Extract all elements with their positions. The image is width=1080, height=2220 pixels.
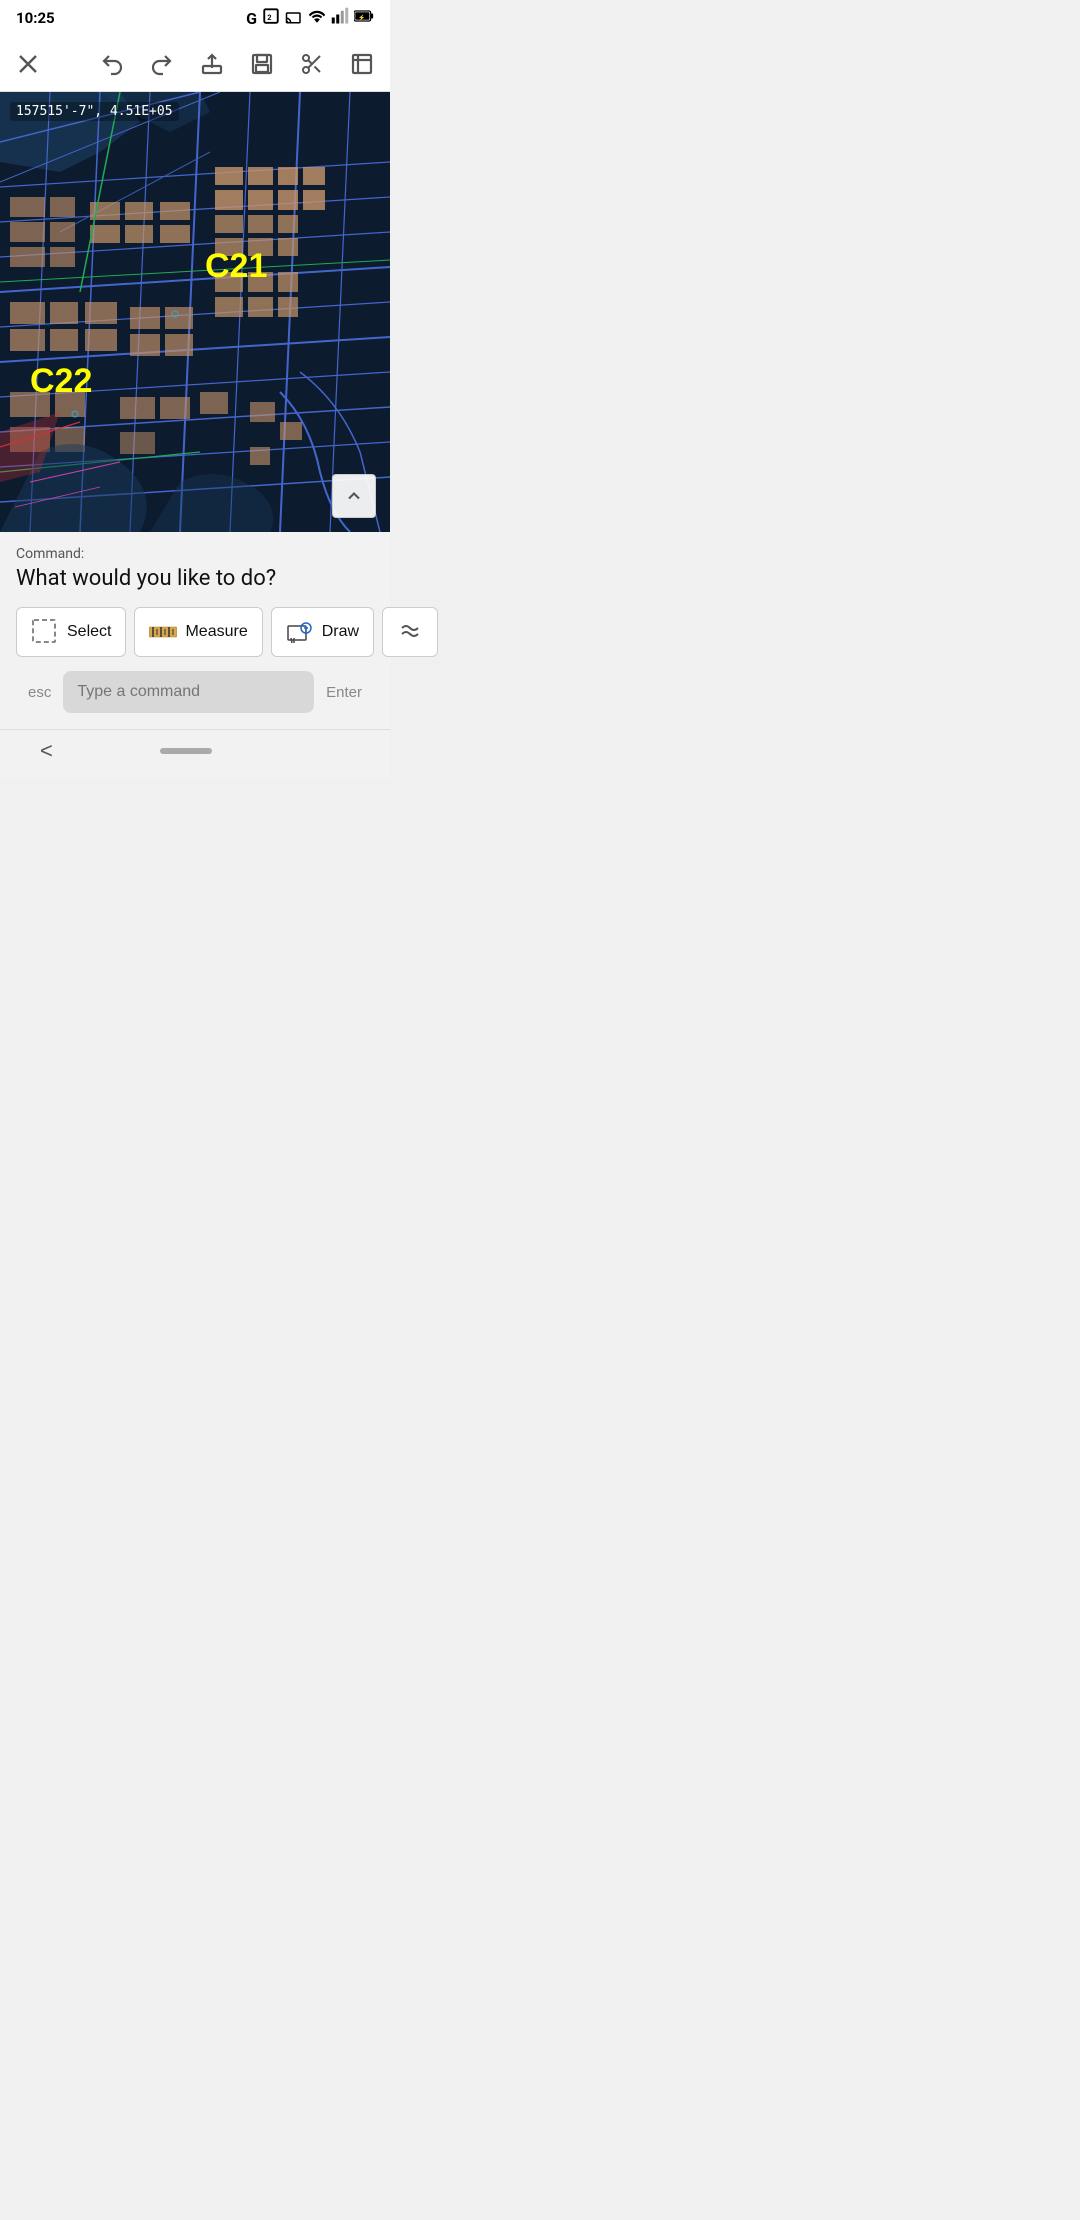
svg-text:⚡: ⚡ [358, 13, 365, 21]
close-button[interactable] [12, 48, 44, 80]
battery-icon: ⚡ [354, 9, 374, 27]
action-buttons: Select Measure [16, 607, 374, 657]
select-icon [31, 618, 59, 646]
draw-button[interactable]: Draw [271, 607, 374, 657]
map-label-c21: C21 [205, 247, 267, 286]
select-button[interactable]: Select [16, 607, 126, 657]
cast-icon [285, 7, 303, 29]
svg-text:2: 2 [267, 13, 272, 22]
map-svg [0, 92, 390, 532]
toolbar [0, 36, 390, 92]
draw-label: Draw [322, 623, 359, 641]
undo-button[interactable] [96, 48, 128, 80]
share-button[interactable] [196, 48, 228, 80]
map-expand-button[interactable] [332, 474, 376, 518]
back-button[interactable]: < [40, 738, 53, 764]
enter-button[interactable]: Enter [314, 674, 374, 711]
bottom-nav: < [0, 729, 390, 778]
measure-label: Measure [185, 623, 247, 641]
wifi-icon [308, 7, 326, 29]
more-icon [398, 620, 422, 644]
command-input-row: esc Enter [16, 671, 374, 719]
home-pill[interactable] [160, 748, 212, 754]
map-label-c22: C22 [30, 362, 92, 401]
command-input[interactable] [63, 671, 314, 713]
command-label: Command: [16, 546, 374, 562]
map-coordinates: 157515'-7", 4.51E+05 [10, 102, 179, 121]
measure-button[interactable]: Measure [134, 607, 262, 657]
status-icons: G 2 [246, 7, 374, 29]
signal-icon [331, 7, 349, 29]
more-button[interactable] [382, 607, 438, 657]
redo-button[interactable] [146, 48, 178, 80]
save-button[interactable] [246, 48, 278, 80]
command-area: Command: What would you like to do? Sele… [0, 532, 390, 729]
status-bar: 10:25 G 2 [0, 0, 390, 36]
draw-icon [286, 618, 314, 646]
esc-button[interactable]: esc [16, 674, 63, 711]
status-time: 10:25 [16, 9, 55, 27]
map-container[interactable]: 157515'-7", 4.51E+05 C21 C22 [0, 92, 390, 532]
expand-button[interactable] [346, 48, 378, 80]
command-question: What would you like to do? [16, 566, 374, 591]
cursor-scissors-button[interactable] [296, 48, 328, 80]
measure-icon [149, 623, 177, 641]
google-icon: G [246, 9, 257, 28]
select-label: Select [67, 623, 111, 641]
notification-icon: 2 [262, 7, 280, 29]
